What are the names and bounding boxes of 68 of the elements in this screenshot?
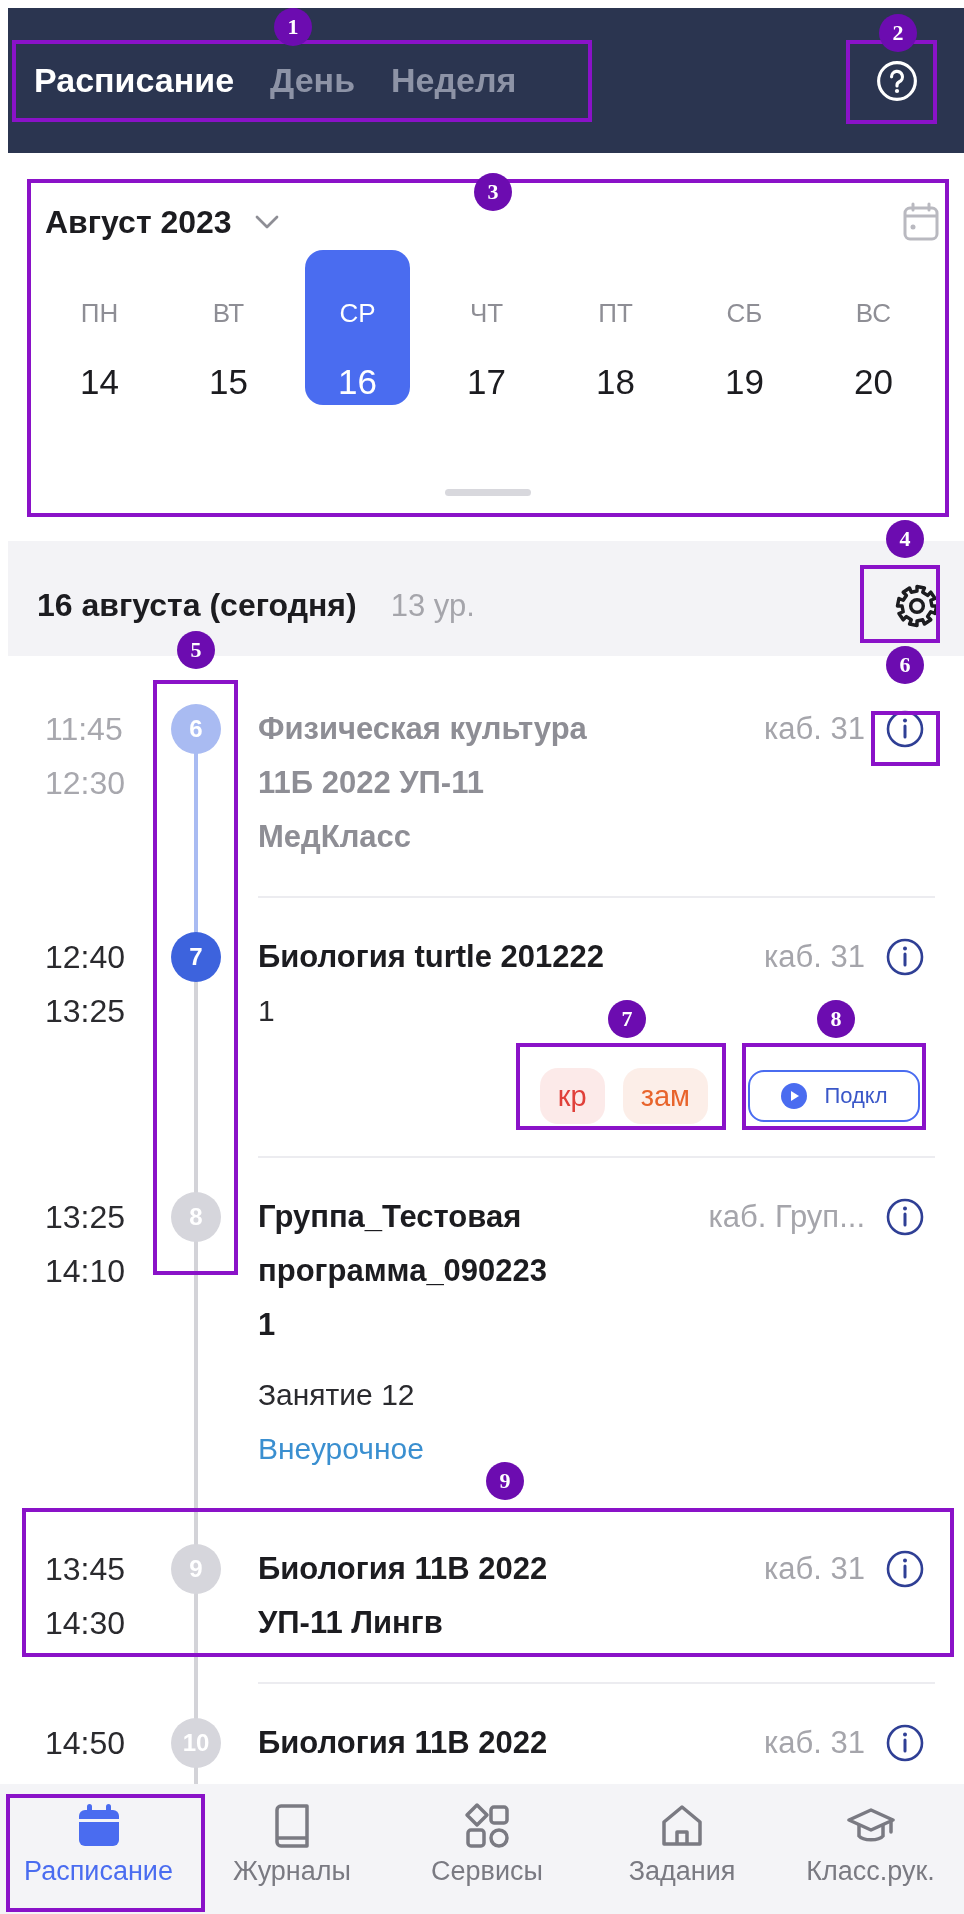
start-time: 14:50 (45, 1724, 127, 1763)
lesson-tag: зам (622, 1068, 708, 1124)
end-time: 13:25 (45, 992, 127, 1031)
day-cell[interactable]: ВС 20 (821, 250, 926, 405)
lesson-title: Физическая культура 11Б 2022 УП-11 МедКласс (258, 710, 588, 856)
weekday-label: ПН (80, 297, 119, 330)
help-icon[interactable] (876, 59, 918, 102)
date-number: 20 (854, 361, 893, 403)
weekday-label: СБ (726, 297, 763, 330)
lesson-title: Группа_Тестовая программа_090223 1 (258, 1198, 549, 1344)
lesson-title: Биология turtle 201222 (258, 938, 605, 976)
date-number: 16 (338, 361, 377, 403)
start-time: 13:25 (45, 1198, 127, 1237)
day-cell[interactable]: СБ 19 (692, 250, 797, 405)
info-icon[interactable] (885, 1197, 925, 1237)
end-time: 12:30 (45, 764, 127, 803)
lesson-note: Занятие 12 (258, 1377, 415, 1413)
room-label: каб. 31 (764, 1550, 865, 1588)
end-time: 14:10 (45, 1252, 127, 1291)
shapes-grid-icon (463, 1802, 511, 1850)
lesson-count: 13 ур. (390, 587, 475, 624)
end-time: 14:30 (45, 1604, 127, 1643)
header-tab[interactable]: Расписание (34, 61, 235, 100)
lesson-number-badge: 6 (171, 704, 221, 754)
date-number: 17 (467, 361, 506, 403)
day-cell[interactable]: ВТ 15 (176, 250, 281, 405)
room-label: каб. 31 (764, 710, 865, 748)
day-cell[interactable]: СР 16 (305, 250, 410, 405)
info-icon[interactable] (885, 1723, 925, 1763)
weekday-label: ПТ (598, 297, 633, 330)
drag-handle[interactable] (444, 489, 531, 496)
nav-tab[interactable]: Класс.рук. (777, 1784, 964, 1914)
nav-tab[interactable]: Журналы (197, 1784, 387, 1914)
lesson-number-badge: 7 (171, 932, 221, 982)
date-number: 14 (80, 361, 119, 403)
play-icon (780, 1082, 809, 1110)
nav-tab[interactable]: Расписание (0, 1784, 197, 1914)
weekday-label: ВТ (212, 297, 245, 330)
start-time: 11:45 (45, 710, 124, 749)
connect-button[interactable]: Подкл (748, 1070, 920, 1122)
weekday-label: СР (339, 297, 376, 330)
weekday-label: ВС (855, 297, 892, 330)
header-tab[interactable]: День (270, 61, 356, 100)
day-title: 16 августа (сегодня) (37, 587, 357, 624)
nav-tab[interactable]: Задания (587, 1784, 777, 1914)
day-cell[interactable]: ПН 14 (47, 250, 152, 405)
info-icon[interactable] (885, 1549, 925, 1589)
room-label: каб. 31 (764, 1724, 865, 1762)
info-icon[interactable] (885, 937, 925, 977)
lesson-title: Биология 11В 2022 УП-11 Лингв (258, 1550, 549, 1642)
weekday-label: ЧТ (469, 297, 504, 330)
room-label: каб. 31 (764, 938, 865, 976)
date-number: 19 (725, 361, 764, 403)
nav-tab[interactable]: Сервисы (387, 1784, 587, 1914)
lesson-note: 1 (258, 993, 275, 1029)
annotation-box (871, 711, 940, 766)
date-number: 18 (596, 361, 635, 403)
lesson-title: Биология 11В 2022 (258, 1724, 549, 1762)
room-label: каб. Груп... (708, 1198, 865, 1236)
start-time: 12:40 (45, 938, 127, 977)
day-cell[interactable]: ПТ 18 (563, 250, 668, 405)
date-number: 15 (209, 361, 248, 403)
lesson-tag: кр (539, 1068, 605, 1124)
header-tab[interactable]: Неделя (391, 61, 517, 100)
start-time: 13:45 (45, 1550, 127, 1589)
day-cell[interactable]: ЧТ 17 (434, 250, 539, 405)
lesson-category: Внеурочное (258, 1431, 424, 1467)
month-title: Август 2023 (45, 203, 232, 241)
